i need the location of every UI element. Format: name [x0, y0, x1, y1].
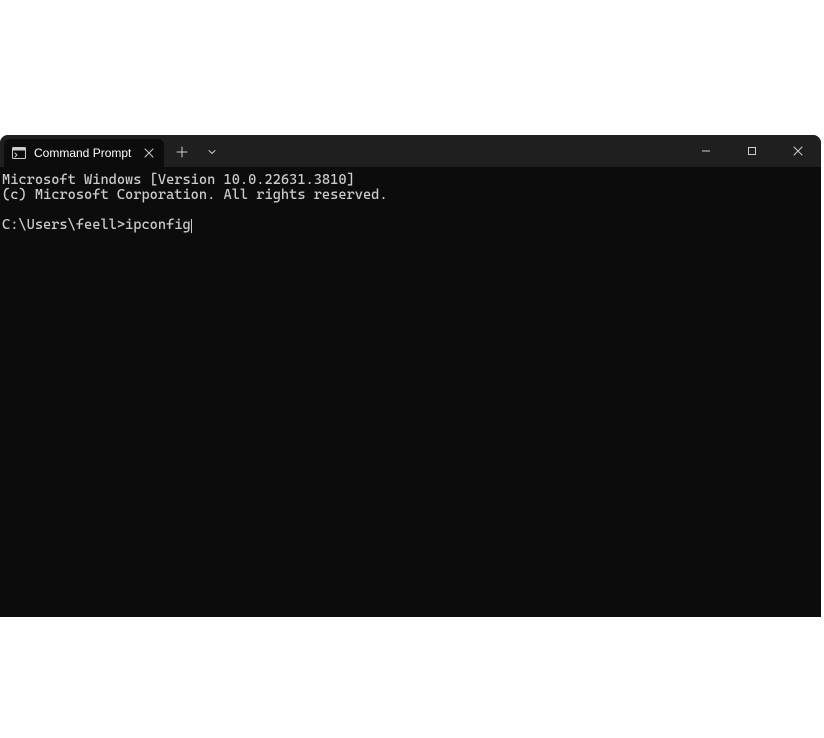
- titlebar[interactable]: Command Prompt: [0, 135, 821, 167]
- prompt: C:\Users\feell>: [2, 217, 125, 233]
- tab-title: Command Prompt: [34, 146, 132, 160]
- tab-close-button[interactable]: [140, 144, 158, 162]
- maximize-button[interactable]: [729, 135, 775, 167]
- command-prompt-icon: [12, 146, 26, 160]
- terminal-line: (c) Microsoft Corporation. All rights re…: [2, 187, 388, 203]
- typed-command: ipconfig: [125, 217, 191, 233]
- tabbar-actions: [168, 135, 226, 167]
- cursor: [191, 219, 192, 233]
- window-controls: [683, 135, 821, 167]
- terminal-line: Microsoft Windows [Version 10.0.22631.38…: [2, 172, 355, 188]
- terminal-output[interactable]: Microsoft Windows [Version 10.0.22631.38…: [0, 167, 821, 617]
- titlebar-drag-area[interactable]: [226, 135, 683, 167]
- tab-dropdown-button[interactable]: [198, 138, 226, 166]
- new-tab-button[interactable]: [168, 138, 196, 166]
- minimize-button[interactable]: [683, 135, 729, 167]
- tab-command-prompt[interactable]: Command Prompt: [4, 139, 164, 167]
- terminal-window: Command Prompt: [0, 135, 821, 617]
- close-button[interactable]: [775, 135, 821, 167]
